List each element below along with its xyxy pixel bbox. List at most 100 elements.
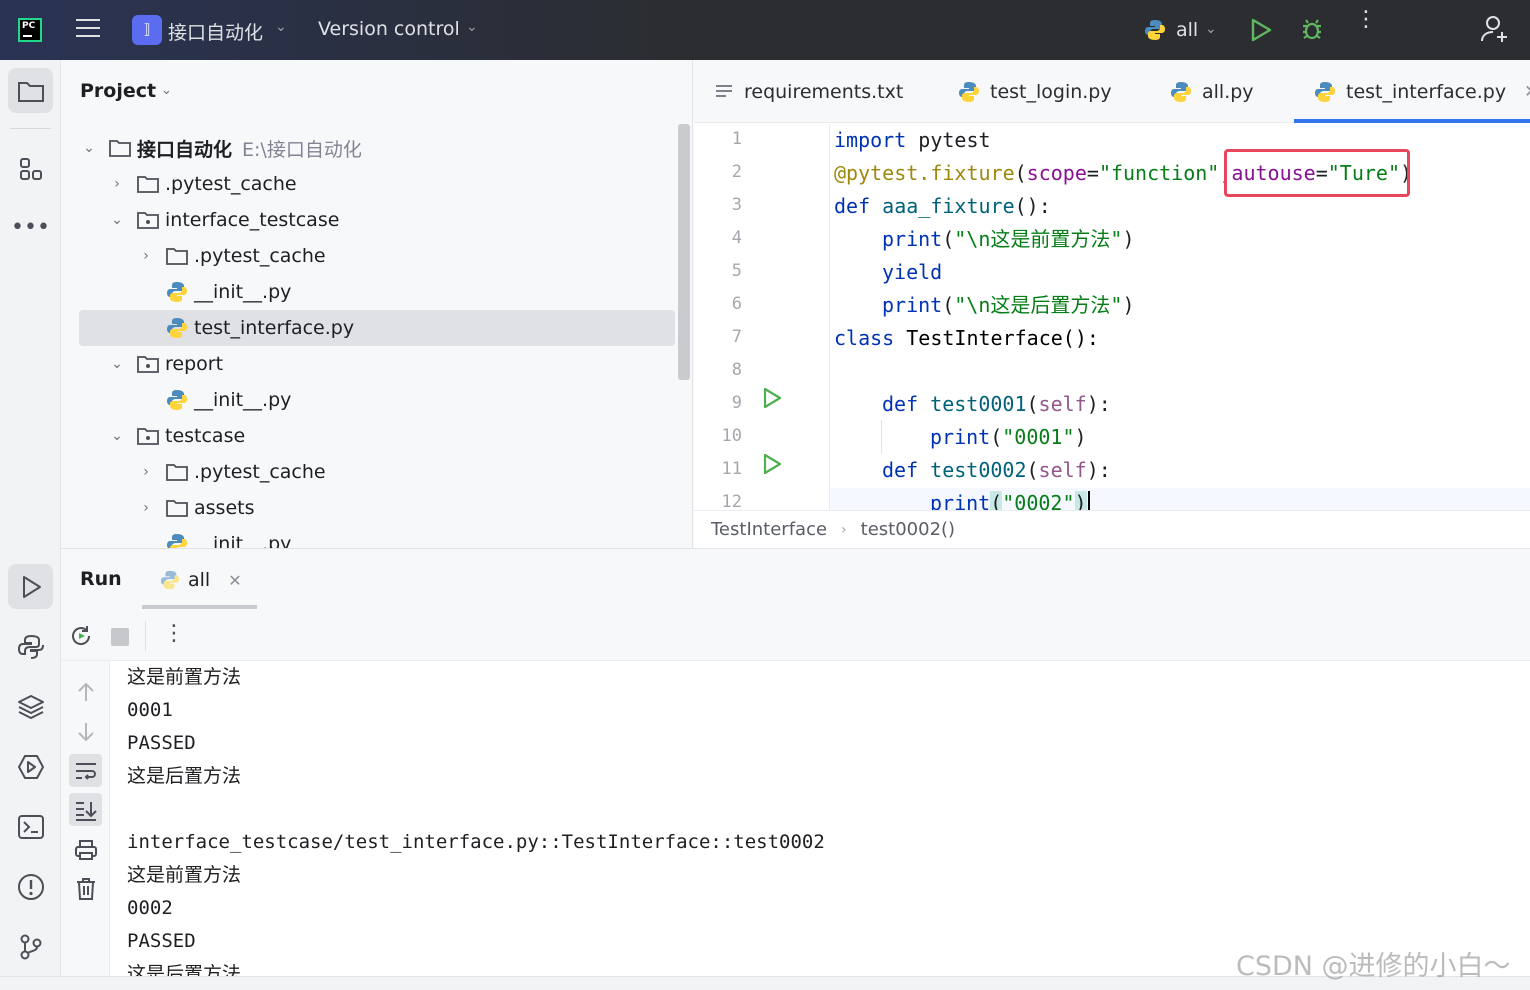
rerun-icon[interactable]	[69, 624, 93, 652]
services-icon[interactable]	[8, 744, 53, 789]
run-test-gutter-icon[interactable]	[762, 453, 782, 479]
structure-tool-icon[interactable]	[8, 146, 53, 191]
tree-item-package[interactable]: ⌄ interface_testcase	[79, 202, 675, 238]
code-line-11: def test0002(self):	[882, 458, 1111, 482]
tab-test-login[interactable]: test_login.py	[958, 60, 1112, 123]
tree-item-label: .pytest_cache	[194, 461, 326, 483]
chevron-down-icon[interactable]: ⌄	[79, 140, 99, 156]
run-tool-icon[interactable]	[8, 564, 53, 609]
more-tools-icon[interactable]: •••	[8, 205, 53, 250]
toolbar-divider	[145, 621, 146, 651]
tree-item-package[interactable]: ⌄ report	[79, 346, 675, 382]
line-number: 9	[731, 393, 742, 413]
trash-icon[interactable]	[69, 872, 102, 905]
terminal-icon[interactable]	[8, 804, 53, 849]
tree-item-file-selected[interactable]: test_interface.py	[79, 310, 675, 346]
pycharm-logo-icon[interactable]: PC	[18, 18, 42, 42]
code-line-12: print("0002")	[930, 487, 1090, 510]
tree-item-package[interactable]: ⌄ testcase	[79, 418, 675, 454]
arrow-down-icon[interactable]	[69, 715, 102, 748]
run-configuration-selector[interactable]: all	[1176, 19, 1198, 41]
tree-item-root[interactable]: ⌄ 接口自动化 E:\接口自动化	[79, 130, 675, 166]
package-folder-icon	[137, 354, 159, 374]
scroll-to-end-icon[interactable]	[69, 793, 102, 826]
tree-item-folder[interactable]: › .pytest_cache	[79, 238, 675, 274]
console-line: interface_testcase/test_interface.py::Te…	[127, 831, 825, 853]
run-panel-header: Run all ✕	[61, 549, 1530, 611]
add-user-icon[interactable]	[1480, 14, 1510, 48]
run-panel: Run all ✕ ⋮ 这是前置方法 0001 PASSED 这是后置方法 in…	[61, 548, 1530, 977]
indent-guide	[881, 420, 882, 454]
stop-icon[interactable]	[111, 628, 129, 646]
code-editor: requirements.txt test_login.py all.py te…	[694, 60, 1530, 548]
chevron-down-icon[interactable]: ⌄	[107, 212, 127, 228]
debug-icon[interactable]	[1299, 16, 1325, 48]
tree-item-label: __init__.py	[194, 281, 292, 303]
problems-icon[interactable]	[8, 864, 53, 909]
tree-item-label: .pytest_cache	[194, 245, 326, 267]
project-tool-icon[interactable]	[8, 68, 53, 113]
python-console-icon[interactable]	[8, 624, 53, 669]
project-view-chevron-down-icon[interactable]: ⌄	[161, 83, 172, 98]
run-tab-all[interactable]: all ✕	[142, 549, 257, 611]
chevron-down-icon[interactable]: ⌄	[107, 428, 127, 444]
more-actions-icon[interactable]: ⋮	[163, 621, 185, 646]
editor-gutter: 1 2 3 4 5 6 7 8 9 10 11 12	[694, 124, 830, 541]
run-test-gutter-icon[interactable]	[762, 387, 782, 413]
console-line: 这是前置方法	[127, 864, 242, 886]
more-actions-icon[interactable]: ⋮	[1355, 9, 1377, 31]
soft-wrap-icon[interactable]	[69, 754, 102, 787]
chevron-right-icon: ›	[841, 521, 847, 538]
project-badge[interactable]: ⟧	[132, 15, 162, 45]
line-number: 8	[731, 360, 742, 380]
chevron-right-icon[interactable]: ›	[136, 464, 156, 480]
chevron-right-icon[interactable]: ›	[107, 176, 127, 192]
line-number: 7	[731, 327, 742, 347]
project-panel-title[interactable]: Project	[80, 80, 156, 102]
run-panel-title: Run	[80, 568, 122, 590]
breadcrumb-class[interactable]: TestInterface	[711, 519, 827, 540]
console-line: 这是前置方法	[127, 666, 242, 688]
chevron-right-icon[interactable]: ›	[136, 248, 156, 264]
tree-item-file[interactable]: __init__.py	[79, 382, 675, 418]
tree-item-folder[interactable]: › .pytest_cache	[79, 454, 675, 490]
project-chevron-down-icon[interactable]: ⌄	[275, 19, 287, 35]
console-output[interactable]: 这是前置方法 0001 PASSED 这是后置方法 interface_test…	[127, 661, 1527, 977]
project-name[interactable]: 接口自动化	[168, 18, 263, 45]
python-file-icon	[1170, 81, 1192, 103]
tree-item-folder[interactable]: › assets	[79, 490, 675, 526]
package-folder-icon	[137, 210, 159, 230]
python-file-icon	[166, 317, 188, 339]
tree-item-file[interactable]: __init__.py	[79, 274, 675, 310]
code-line-6: print("\n这是后置方法")	[882, 293, 1135, 317]
tree-item-label: 接口自动化	[137, 138, 233, 161]
print-icon[interactable]	[69, 833, 102, 866]
main-menu-icon[interactable]	[76, 19, 100, 41]
arrow-up-icon[interactable]	[69, 675, 102, 708]
tab-label: test_interface.py	[1346, 80, 1507, 103]
close-icon[interactable]: ✕	[228, 571, 241, 590]
run-config-chevron-down-icon[interactable]: ⌄	[1205, 21, 1217, 37]
project-scrollbar[interactable]	[678, 124, 690, 380]
tab-requirements[interactable]: requirements.txt	[714, 60, 903, 123]
chevron-down-icon[interactable]: ⌄	[107, 356, 127, 372]
folder-icon	[137, 174, 159, 194]
tree-item-folder[interactable]: › .pytest_cache	[79, 166, 675, 202]
python-packages-icon[interactable]	[8, 684, 53, 729]
close-icon[interactable]: ✕	[1524, 82, 1530, 102]
run-icon[interactable]	[1250, 18, 1272, 46]
version-control-menu[interactable]: Version control	[318, 18, 460, 40]
project-tree: ⌄ 接口自动化 E:\接口自动化 › .pytest_cache ⌄ inter…	[79, 130, 675, 548]
tree-item-file[interactable]: __init__.py	[79, 526, 675, 548]
code-area[interactable]: import pytest @pytest.fixture(scope="fun…	[834, 124, 1524, 510]
editor-tabs: requirements.txt test_login.py all.py te…	[694, 60, 1530, 123]
git-icon[interactable]	[8, 924, 53, 969]
tab-label: test_login.py	[990, 80, 1112, 103]
breadcrumb-method[interactable]: test0002()	[861, 519, 955, 540]
tab-all[interactable]: all.py	[1170, 60, 1254, 123]
tab-test-interface[interactable]: test_interface.py ✕	[1294, 60, 1530, 123]
tree-item-path: E:\接口自动化	[242, 138, 362, 161]
chevron-right-icon[interactable]: ›	[136, 500, 156, 516]
version-control-chevron-down-icon[interactable]: ⌄	[466, 19, 478, 35]
